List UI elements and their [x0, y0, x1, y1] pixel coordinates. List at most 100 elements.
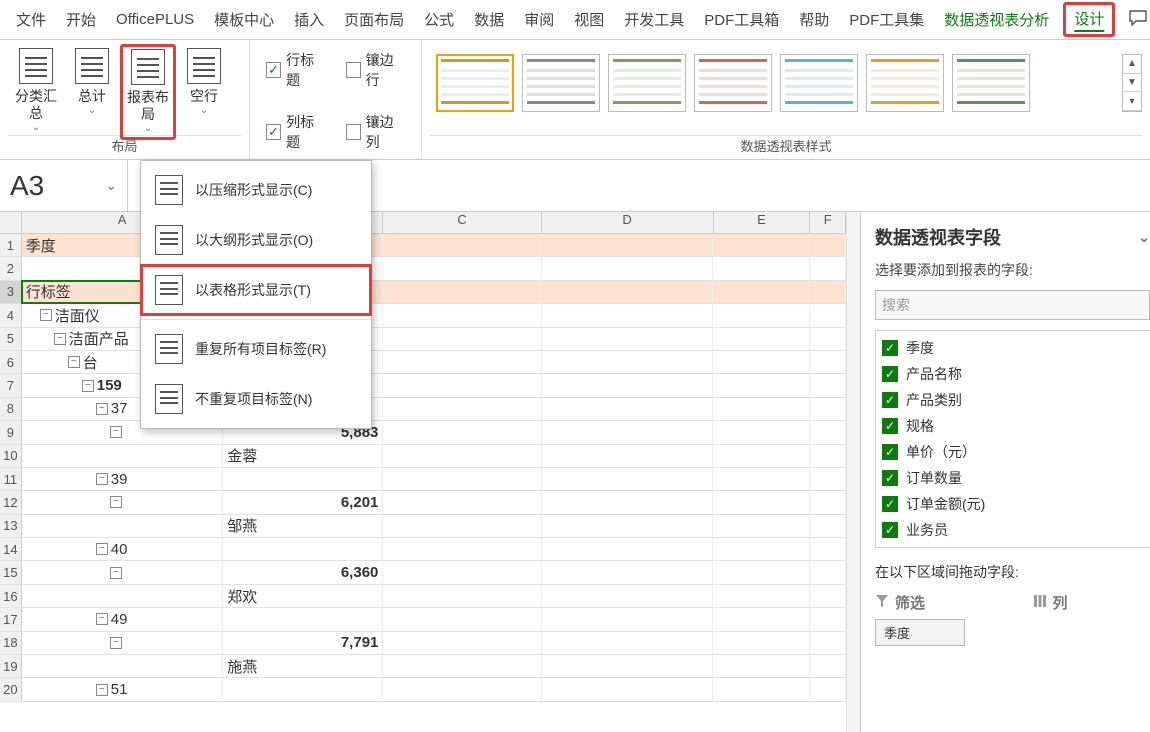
tab-developer[interactable]: 开发工具: [614, 3, 694, 36]
cell[interactable]: [383, 398, 541, 420]
tab-insert[interactable]: 插入: [284, 3, 334, 36]
cell[interactable]: [542, 678, 714, 700]
vertical-scrollbar[interactable]: [846, 212, 860, 732]
outline-toggle[interactable]: −: [40, 309, 52, 321]
cell[interactable]: [383, 234, 541, 256]
cell[interactable]: [542, 491, 714, 513]
cell[interactable]: [542, 632, 714, 654]
chevron-down-icon[interactable]: ⌄: [105, 177, 117, 194]
cell[interactable]: [223, 468, 383, 490]
cell[interactable]: [383, 538, 541, 560]
row-header[interactable]: 16: [0, 585, 22, 607]
cell[interactable]: 7,791: [223, 632, 383, 654]
cell[interactable]: [810, 515, 846, 537]
field-item[interactable]: ✓订单金额(元): [876, 491, 1150, 517]
cell[interactable]: [383, 468, 541, 490]
cell[interactable]: [810, 655, 846, 677]
pivot-style-thumb-2[interactable]: [522, 54, 600, 112]
col-header-F[interactable]: F: [810, 212, 846, 233]
cell[interactable]: [383, 655, 541, 677]
tab-review[interactable]: 审阅: [514, 3, 564, 36]
cell[interactable]: [713, 585, 810, 607]
filter-pill[interactable]: 季度: [875, 619, 965, 646]
cell[interactable]: [542, 257, 714, 279]
cell[interactable]: [713, 304, 810, 326]
cell[interactable]: [713, 655, 810, 677]
row-header[interactable]: 3: [0, 281, 22, 303]
cell[interactable]: [223, 678, 383, 700]
pivot-style-thumb-3[interactable]: [608, 54, 686, 112]
tab-pagelayout[interactable]: 页面布局: [334, 3, 414, 36]
cell[interactable]: [713, 421, 810, 443]
cell[interactable]: [810, 632, 846, 654]
col-headers-checkbox[interactable]: ✓列标题: [266, 112, 326, 152]
cell[interactable]: [810, 281, 846, 303]
field-item[interactable]: ✓季度: [876, 335, 1150, 361]
cell[interactable]: [713, 257, 810, 279]
cell[interactable]: [713, 445, 810, 467]
tab-view[interactable]: 视图: [564, 3, 614, 36]
outline-toggle[interactable]: −: [110, 637, 122, 649]
banded-rows-checkbox[interactable]: 镶边行: [346, 50, 406, 90]
gallery-up-button[interactable]: ▲: [1123, 55, 1141, 74]
cell[interactable]: [810, 608, 846, 630]
subtotal-button[interactable]: 分类汇总 ⌄: [8, 44, 64, 138]
cell[interactable]: [383, 257, 541, 279]
outline-toggle[interactable]: −: [96, 543, 108, 555]
comment-icon[interactable]: [1129, 10, 1147, 30]
cell[interactable]: −39: [22, 468, 224, 490]
cell[interactable]: [542, 608, 714, 630]
cell[interactable]: [713, 491, 810, 513]
outline-toggle[interactable]: −: [68, 356, 80, 368]
cell[interactable]: [22, 515, 224, 537]
tab-design[interactable]: 设计: [1063, 2, 1115, 37]
row-header[interactable]: 12: [0, 491, 22, 513]
filter-area[interactable]: 筛选 季度: [875, 592, 993, 646]
cell[interactable]: [810, 445, 846, 467]
cell[interactable]: [810, 468, 846, 490]
chevron-down-icon[interactable]: ⌄: [1138, 229, 1150, 246]
row-header[interactable]: 8: [0, 398, 22, 420]
cell[interactable]: [810, 374, 846, 396]
tab-data[interactable]: 数据: [464, 3, 514, 36]
cell[interactable]: [383, 304, 541, 326]
cell[interactable]: [810, 538, 846, 560]
row-header[interactable]: 2: [0, 257, 22, 279]
col-header-D[interactable]: D: [542, 212, 714, 233]
tab-home[interactable]: 开始: [56, 3, 106, 36]
menu-compact-form[interactable]: 以压缩形式显示(C): [141, 165, 371, 215]
cell[interactable]: [713, 328, 810, 350]
field-search-input[interactable]: 搜索: [875, 290, 1150, 320]
cell[interactable]: [383, 281, 541, 303]
cell[interactable]: [542, 515, 714, 537]
cell[interactable]: [713, 468, 810, 490]
cell[interactable]: [542, 468, 714, 490]
cell[interactable]: [542, 351, 714, 373]
cell[interactable]: [713, 608, 810, 630]
cell[interactable]: [713, 281, 810, 303]
cell[interactable]: −: [22, 561, 224, 583]
tab-templates[interactable]: 模板中心: [204, 3, 284, 36]
name-box[interactable]: A3 ⌄: [0, 160, 128, 211]
outline-toggle[interactable]: −: [110, 567, 122, 579]
cell[interactable]: 6,201: [223, 491, 383, 513]
cell[interactable]: −40: [22, 538, 224, 560]
cell[interactable]: [542, 374, 714, 396]
cell[interactable]: 6,360: [223, 561, 383, 583]
cell[interactable]: [810, 234, 846, 256]
gallery-down-button[interactable]: ▼: [1123, 74, 1141, 93]
cell[interactable]: [542, 421, 714, 443]
cell[interactable]: [383, 515, 541, 537]
cell[interactable]: [810, 328, 846, 350]
cell[interactable]: [542, 281, 714, 303]
cell[interactable]: 郑欢: [223, 585, 383, 607]
pivot-style-thumb-7[interactable]: [952, 54, 1030, 112]
outline-toggle[interactable]: −: [110, 496, 122, 508]
cell[interactable]: 施燕: [223, 655, 383, 677]
cell[interactable]: −: [22, 632, 224, 654]
outline-toggle[interactable]: −: [96, 613, 108, 625]
cell[interactable]: [810, 398, 846, 420]
pivot-style-thumb-6[interactable]: [866, 54, 944, 112]
row-header[interactable]: 15: [0, 561, 22, 583]
cell[interactable]: [713, 538, 810, 560]
